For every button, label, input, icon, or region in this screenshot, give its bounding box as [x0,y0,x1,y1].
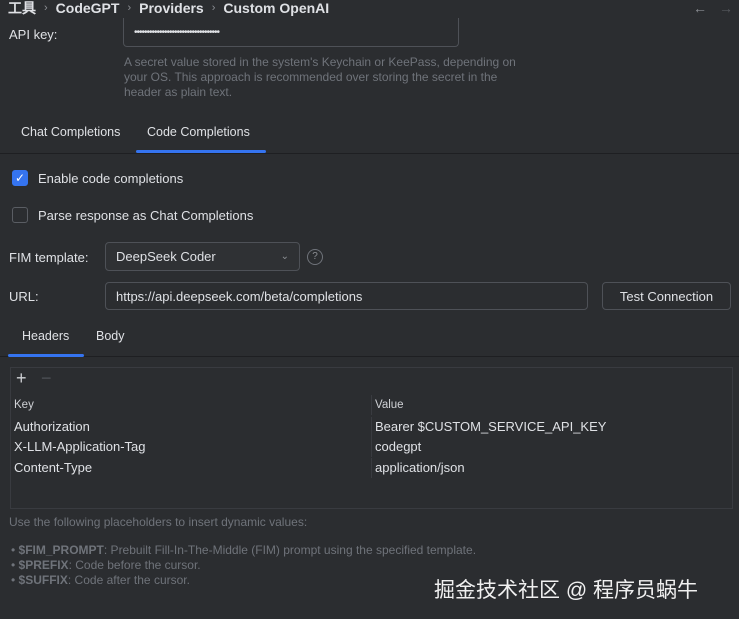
back-arrow-icon[interactable]: ← [693,0,707,16]
table-header: Key Value [11,395,732,415]
api-key-input[interactable]: •••••••••••••••••••••••••••••••••• [123,18,459,47]
url-input[interactable]: https://api.deepseek.com/beta/completion… [105,282,588,310]
breadcrumb-item[interactable]: CodeGPT [56,0,120,16]
chevron-right-icon: › [127,2,132,14]
table-row[interactable]: Content-Type application/json [11,458,732,478]
checkbox-label: Parse response as Chat Completions [38,207,254,223]
enable-code-completions-checkbox[interactable]: ✓ Enable code completions [12,170,183,186]
placeholder-desc: : Code after the cursor. [67,573,190,587]
subtab-indicator [8,354,84,357]
chevron-right-icon: › [44,2,48,14]
chevron-right-icon: › [211,2,216,14]
cell-key[interactable]: X-LLM-Application-Tag [11,437,371,457]
checkmark-icon: ✓ [12,170,28,186]
placeholder-name: $PREFIX [18,558,69,572]
placeholder-desc: : Code before the cursor. [68,558,201,572]
tab-indicator [136,150,266,153]
tab-headers[interactable]: Headers [22,329,69,343]
forward-arrow-icon[interactable]: → [719,0,733,16]
navigation: ← → [693,0,733,16]
table-row[interactable]: Authorization Bearer $CUSTOM_SERVICE_API_… [11,417,732,437]
tab-body[interactable]: Body [96,329,125,343]
tab-chat-completions[interactable]: Chat Completions [21,125,120,139]
placeholder-desc: : Prebuilt Fill-In-The-Middle (FIM) prom… [103,543,477,557]
chevron-down-icon: ⌄ [280,251,289,262]
add-icon[interactable]: + [16,368,27,389]
fim-template-label: FIM template: [9,250,89,265]
list-item: • $FIM_PROMPT: Prebuilt Fill-In-The-Midd… [11,543,477,557]
headers-table: + − Key Value Authorization Bearer $CUSTO… [10,367,733,509]
api-key-value: •••••••••••••••••••••••••••••••••• [134,26,220,38]
parse-response-checkbox[interactable]: Parse response as Chat Completions [12,207,253,223]
watermark: 掘金技术社区 @ 程序员蜗牛 [434,579,698,602]
placeholder-name: $SUFFIX [18,573,68,587]
table-row[interactable]: X-LLM-Application-Tag codegpt [11,437,732,457]
column-header-key[interactable]: Key [11,395,371,415]
fim-template-value: DeepSeek Coder [116,249,216,264]
tab-code-completions[interactable]: Code Completions [147,125,250,139]
tab-divider [0,153,739,154]
list-item: • $PREFIX: Code before the cursor. [11,558,201,572]
placeholder-name: $FIM_PROMPT [18,543,104,557]
list-item: • $SUFFIX: Code after the cursor. [11,573,190,587]
cell-value[interactable]: Bearer $CUSTOM_SERVICE_API_KEY [371,417,732,437]
url-label: URL: [9,289,39,304]
url-value: https://api.deepseek.com/beta/completion… [116,288,363,304]
checkbox-label: Enable code completions [38,170,184,186]
column-header-value[interactable]: Value [371,395,732,415]
placeholders-list: • $FIM_PROMPT: Prebuilt Fill-In-The-Midd… [11,543,476,588]
breadcrumb: 工具 › CodeGPT › Providers › Custom OpenAI [8,0,329,16]
api-key-hint: A secret value stored in the system's Ke… [124,55,516,99]
cell-key[interactable]: Authorization [11,417,371,437]
cell-value[interactable]: codegpt [371,437,732,457]
api-key-label: API key: [9,27,58,42]
placeholders-intro: Use the following placeholders to insert… [9,515,308,529]
cell-value[interactable]: application/json [371,458,732,478]
checkbox-box [12,207,28,223]
breadcrumb-item[interactable]: 工具 [8,0,36,18]
fim-template-select[interactable]: DeepSeek Coder ⌄ [105,242,300,271]
breadcrumb-item: Custom OpenAI [223,0,330,16]
remove-icon[interactable]: − [41,368,52,389]
subtab-divider [0,356,739,357]
breadcrumb-item[interactable]: Providers [139,0,204,16]
test-connection-button[interactable]: Test Connection [602,282,731,310]
help-icon[interactable]: ? [307,249,323,265]
cell-key[interactable]: Content-Type [11,458,371,478]
